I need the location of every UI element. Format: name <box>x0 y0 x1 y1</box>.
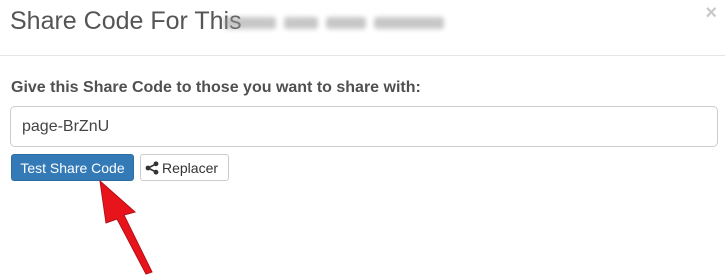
share-code-modal: Share Code For This × Give this Share Co… <box>0 0 725 280</box>
replacer-button[interactable]: Replacer <box>140 154 229 181</box>
modal-title: Share Code For This <box>10 7 242 35</box>
share-code-input[interactable] <box>10 106 718 147</box>
redacted-page-name <box>224 13 446 35</box>
replacer-label: Replacer <box>162 159 219 176</box>
test-share-code-button[interactable]: Test Share Code <box>11 154 134 181</box>
close-button[interactable]: × <box>705 3 717 23</box>
modal-header: Share Code For This × <box>0 0 725 56</box>
arrow-shape <box>99 179 153 275</box>
share-code-label: Give this Share Code to those you want t… <box>11 79 421 96</box>
share-icon <box>145 160 159 175</box>
